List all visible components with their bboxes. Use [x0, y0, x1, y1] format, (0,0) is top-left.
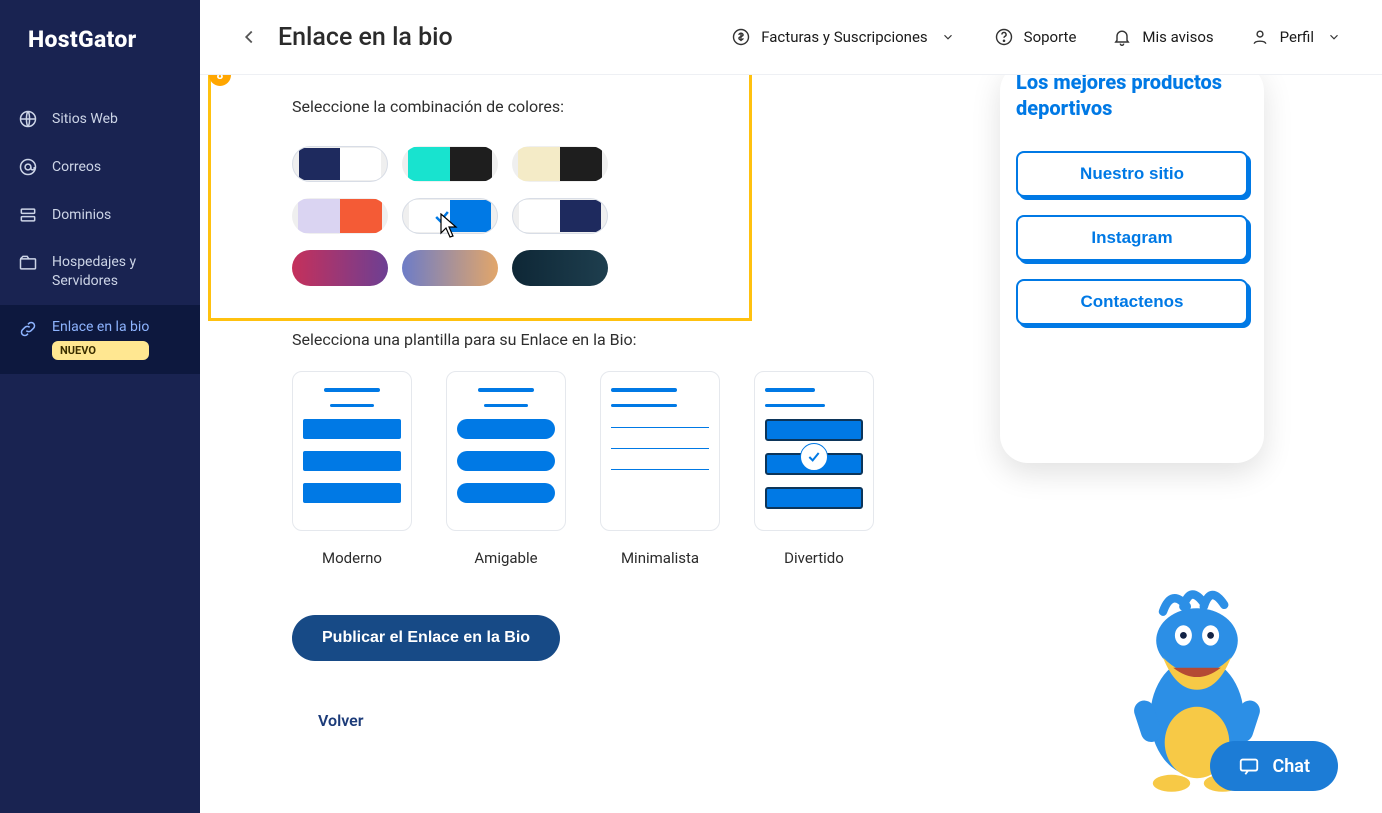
help-circle-icon [994, 27, 1014, 47]
sidebar-nav: Sitios Web Correos Dominios Hospedajes y… [0, 95, 200, 374]
new-badge: NUEVO [52, 341, 149, 360]
sidebar-item-mail[interactable]: Correos [0, 143, 200, 191]
chat-button[interactable]: Chat [1210, 741, 1338, 791]
header-notices[interactable]: Mis avisos [1112, 27, 1213, 47]
template-divertido[interactable]: Divertido [754, 371, 874, 567]
color-swatch-5[interactable] [512, 198, 608, 234]
color-swatch-6[interactable] [292, 250, 388, 286]
sidebar-item-label: Hospedajes y Servidores [52, 253, 182, 291]
header-support-label: Soporte [1024, 28, 1077, 46]
link-icon [18, 319, 38, 339]
preview-button-site[interactable]: Nuestro sitio [1016, 151, 1248, 197]
template-card [600, 371, 720, 531]
chevron-down-icon [938, 30, 958, 44]
check-icon [800, 443, 828, 471]
sidebar-item-label: Correos [52, 159, 101, 175]
template-list: Moderno Amigable Minimalista [292, 371, 900, 567]
chat-label: Chat [1272, 756, 1310, 777]
sidebar-item-biolink[interactable]: Enlace en la bio NUEVO [0, 305, 200, 374]
config-panel: Seleccione la combinación de colores: Se… [240, 75, 900, 730]
back-link[interactable]: Volver [318, 711, 364, 730]
chevron-down-icon [1324, 30, 1344, 44]
sidebar-item-domains[interactable]: Dominios [0, 191, 200, 239]
back-arrow-icon[interactable] [238, 26, 260, 48]
color-swatch-3[interactable] [292, 198, 388, 234]
sidebar-item-label: Sitios Web [52, 111, 118, 127]
template-card [446, 371, 566, 531]
cursor-icon [440, 213, 460, 239]
preview-button-instagram[interactable]: Instagram [1016, 215, 1248, 261]
color-swatch-2[interactable] [512, 146, 608, 182]
template-minimalista[interactable]: Minimalista [600, 371, 720, 567]
header-support[interactable]: Soporte [994, 27, 1077, 47]
dollar-circle-icon [731, 27, 751, 47]
chat-icon [1238, 755, 1260, 777]
template-name: Minimalista [600, 549, 720, 567]
template-amigable[interactable]: Amigable [446, 371, 566, 567]
at-icon [18, 157, 38, 177]
sidebar-item-hosting[interactable]: Hospedajes y Servidores [0, 239, 200, 305]
template-name: Moderno [292, 549, 412, 567]
folder-icon [18, 253, 38, 273]
brand-logo: HostGator [0, 0, 200, 53]
preview-title: Los mejores productos deportivos [1016, 75, 1248, 121]
header-title-wrap: Enlace en la bio [238, 23, 695, 52]
color-section-label: Seleccione la combinación de colores: [292, 97, 900, 116]
template-moderno[interactable]: Moderno [292, 371, 412, 567]
header-billing[interactable]: Facturas y Suscripciones [731, 27, 957, 47]
sidebar: HostGator Sitios Web Correos Dominios Ho… [0, 0, 200, 813]
server-icon [18, 205, 38, 225]
color-swatch-1[interactable] [402, 146, 498, 182]
color-swatch-0[interactable] [292, 146, 388, 182]
content: 8 Seleccione la combinación de colores: … [200, 75, 1382, 813]
template-section-label: Selecciona una plantilla para su Enlace … [292, 330, 900, 349]
template-name: Divertido [754, 549, 874, 567]
template-card [292, 371, 412, 531]
color-swatch-7[interactable] [402, 250, 498, 286]
bell-icon [1112, 27, 1132, 47]
header: Enlace en la bio Facturas y Suscripcione… [200, 0, 1382, 75]
user-icon [1250, 27, 1270, 47]
color-swatches [292, 146, 900, 286]
preview-button-contact[interactable]: Contactenos [1016, 279, 1248, 325]
template-name: Amigable [446, 549, 566, 567]
sidebar-item-label: Enlace en la bio [52, 319, 149, 335]
globe-icon [18, 109, 38, 129]
header-notices-label: Mis avisos [1142, 28, 1213, 46]
page-title: Enlace en la bio [278, 23, 453, 52]
sidebar-item-sites[interactable]: Sitios Web [0, 95, 200, 143]
header-billing-label: Facturas y Suscripciones [761, 28, 927, 46]
color-swatch-8[interactable] [512, 250, 608, 286]
publish-button[interactable]: Publicar el Enlace en la Bio [292, 615, 560, 661]
sidebar-item-sub: Enlace en la bio NUEVO [52, 319, 149, 360]
step-number: 8 [209, 75, 231, 86]
sidebar-item-label: Dominios [52, 207, 111, 223]
header-profile-label: Perfil [1280, 28, 1314, 46]
header-profile[interactable]: Perfil [1250, 27, 1344, 47]
preview-card: Los mejores productos deportivos Nuestro… [1000, 75, 1264, 463]
